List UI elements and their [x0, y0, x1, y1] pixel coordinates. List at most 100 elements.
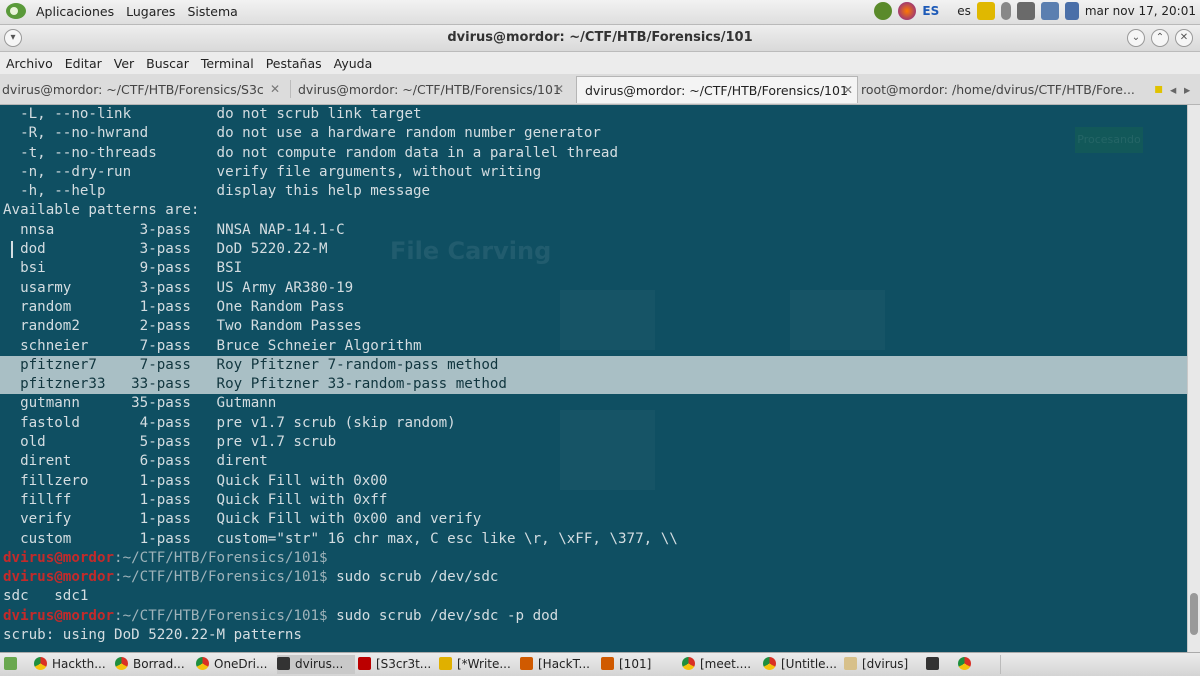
menu-pestanas[interactable]: Pestañas — [266, 56, 322, 71]
app-icon — [601, 657, 614, 670]
menu-archivo[interactable]: Archivo — [6, 56, 53, 71]
terminal-scrollbar[interactable] — [1187, 105, 1200, 652]
scrub-output: scrub: using DoD 5220.22-M patterns — [3, 627, 302, 644]
new-tab-icon[interactable]: ▪ — [1154, 76, 1168, 103]
taskbar-item[interactable]: [meet.... — [682, 655, 760, 674]
taskbar-item-active[interactable]: dvirus... — [277, 655, 355, 674]
terminal-line: fillff 1-pass Quick Fill with 0xff — [3, 491, 388, 508]
taskbar-item-label: dvirus... — [295, 657, 344, 671]
taskbar: Hackth... Borrad... OneDri... dvirus... … — [0, 652, 1200, 676]
taskbar-item-label: Hackth... — [52, 657, 106, 671]
terminal-line: usarmy 3-pass US Army AR380-19 — [3, 279, 354, 296]
menu-sistema[interactable]: Sistema — [185, 4, 239, 19]
chrome-icon — [34, 657, 47, 670]
show-desktop-icon[interactable] — [4, 655, 26, 674]
chrome-icon — [682, 657, 695, 670]
terminal-view[interactable]: File Carving Procesando -L, --no-link do… — [0, 105, 1188, 652]
terminal-line: fastold 4-pass pre v1.7 scrub (skip rand… — [3, 414, 456, 431]
tab-root[interactable]: root@mordor: /home/dvirus/CTF/HTB/Fore..… — [861, 76, 1153, 103]
folder-icon — [844, 657, 857, 670]
prompt-path: :~/CTF/HTB/Forensics/101 — [114, 607, 320, 624]
taskbar-item[interactable]: Borrad... — [115, 655, 193, 674]
taskbar-item-label: [Untitle... — [781, 657, 837, 671]
taskbar-item-label: [S3cr3t... — [376, 657, 432, 671]
taskbar-item[interactable]: [S3cr3t... — [358, 655, 436, 674]
tab-label: root@mordor: /home/dvirus/CTF/HTB/Fore..… — [861, 82, 1135, 97]
terminal-line-selected: pfitzner33 33-pass Roy Pfitzner 33-rando… — [0, 375, 1188, 395]
tab-scroll-right-icon[interactable]: ▸ — [1184, 76, 1196, 103]
menu-ayuda[interactable]: Ayuda — [334, 56, 373, 71]
window-title: dvirus@mordor: ~/CTF/HTB/Forensics/101 — [447, 30, 753, 45]
prompt-user: dvirus@mordor — [3, 549, 115, 566]
tab-s3c[interactable]: dvirus@mordor: ~/CTF/HTB/Forensics/S3c ✕ — [2, 76, 284, 103]
terminal-line-selected: pfitzner7 7-pass Roy Pfitzner 7-random-p… — [0, 355, 1188, 376]
terminal-line: verify 1-pass Quick Fill with 0x00 and v… — [3, 511, 482, 528]
terminal-line: nnsa 3-pass NNSA NAP-14.1-C — [3, 221, 345, 238]
firefox-icon[interactable] — [898, 2, 917, 20]
completion-output: sdc sdc1 — [3, 588, 89, 605]
menu-editar[interactable]: Editar — [65, 56, 102, 71]
taskbar-item[interactable]: [dvirus] — [844, 655, 912, 674]
chrome-icon — [763, 657, 776, 670]
prompt-symbol: $ — [319, 569, 328, 586]
taskbar-item[interactable]: [*Write... — [439, 655, 517, 674]
taskbar-item-label: [*Write... — [457, 657, 511, 671]
menu-lugares[interactable]: Lugares — [124, 4, 177, 19]
terminal-launcher[interactable] — [926, 655, 948, 674]
taskbar-item[interactable]: [HackT... — [520, 655, 598, 674]
chrome-launcher[interactable] — [958, 655, 980, 674]
notification-icon[interactable] — [976, 2, 995, 20]
microphone-icon[interactable] — [1000, 2, 1011, 20]
terminal-line: bsi 9-pass BSI — [3, 260, 243, 277]
tab-separator — [290, 80, 291, 98]
menu-buscar[interactable]: Buscar — [146, 56, 189, 71]
app-icon — [439, 657, 452, 670]
tab-101-a[interactable]: dvirus@mordor: ~/CTF/HTB/Forensics/101 ✕ — [298, 76, 568, 103]
volume-icon[interactable] — [1016, 2, 1035, 20]
user-icon[interactable] — [1064, 2, 1079, 20]
menu-ver[interactable]: Ver — [114, 56, 134, 71]
prompt-user: dvirus@mordor — [3, 569, 115, 586]
tab-close-icon[interactable]: ✕ — [554, 76, 564, 103]
clock[interactable]: mar nov 17, 20:01 — [1085, 4, 1196, 18]
menu-bar: Archivo Editar Ver Buscar Terminal Pesta… — [0, 52, 1200, 74]
command: sudo scrub /dev/sdc — [327, 569, 499, 586]
terminal-icon — [926, 657, 939, 670]
prompt-line: dvirus@mordor:~/CTF/HTB/Forensics/101$ s… — [3, 568, 1188, 587]
scrollbar-thumb[interactable] — [1190, 593, 1198, 635]
language-indicator[interactable]: es — [957, 4, 971, 18]
check-status-icon[interactable] — [874, 2, 893, 20]
keyboard-layout-indicator[interactable]: ES — [922, 4, 939, 18]
network-icon[interactable] — [1040, 2, 1059, 20]
tab-scroll-left-icon[interactable]: ◂ — [1170, 76, 1182, 103]
terminal-line: random 1-pass One Random Pass — [3, 298, 345, 315]
window-title-bar[interactable]: dvirus@mordor: ~/CTF/HTB/Forensics/101 ▾… — [0, 25, 1200, 52]
window-menu-icon[interactable]: ▾ — [4, 29, 22, 47]
taskbar-item[interactable]: Hackth... — [34, 655, 112, 674]
terminal-line: schneier 7-pass Bruce Schneier Algorithm — [3, 337, 422, 354]
terminal-line: random2 2-pass Two Random Passes — [3, 318, 362, 335]
tab-101-active[interactable]: dvirus@mordor: ~/CTF/HTB/Forensics/101 ✕ — [576, 76, 858, 103]
terminal-line: -n, --dry-run verify file arguments, wit… — [3, 163, 542, 180]
taskbar-item-label: Borrad... — [133, 657, 185, 671]
tab-bar: dvirus@mordor: ~/CTF/HTB/Forensics/S3c ✕ … — [0, 74, 1200, 105]
minimize-icon[interactable]: ⌄ — [1127, 29, 1145, 47]
taskbar-item-label: [dvirus] — [862, 657, 909, 671]
close-icon[interactable]: ✕ — [1175, 29, 1193, 47]
app-icon — [358, 657, 371, 670]
menu-terminal[interactable]: Terminal — [201, 56, 254, 71]
terminal-output: -L, --no-link do not scrub link target -… — [0, 105, 1188, 645]
tab-close-icon[interactable]: ✕ — [843, 77, 853, 103]
terminal-line: dirent 6-pass dirent — [3, 453, 268, 470]
taskbar-item[interactable]: OneDri... — [196, 655, 274, 674]
taskbar-item[interactable]: [Untitle... — [763, 655, 841, 674]
chrome-icon — [115, 657, 128, 670]
tab-close-icon[interactable]: ✕ — [270, 76, 280, 103]
taskbar-item[interactable]: [101] — [601, 655, 679, 674]
prompt-symbol: $ — [319, 549, 328, 566]
maximize-icon[interactable]: ⌃ — [1151, 29, 1169, 47]
prompt-line: dvirus@mordor:~/CTF/HTB/Forensics/101$ — [3, 549, 1188, 568]
mate-logo-icon[interactable] — [6, 3, 26, 19]
terminal-line: fillzero 1-pass Quick Fill with 0x00 — [3, 472, 388, 489]
menu-aplicaciones[interactable]: Aplicaciones — [34, 4, 116, 19]
